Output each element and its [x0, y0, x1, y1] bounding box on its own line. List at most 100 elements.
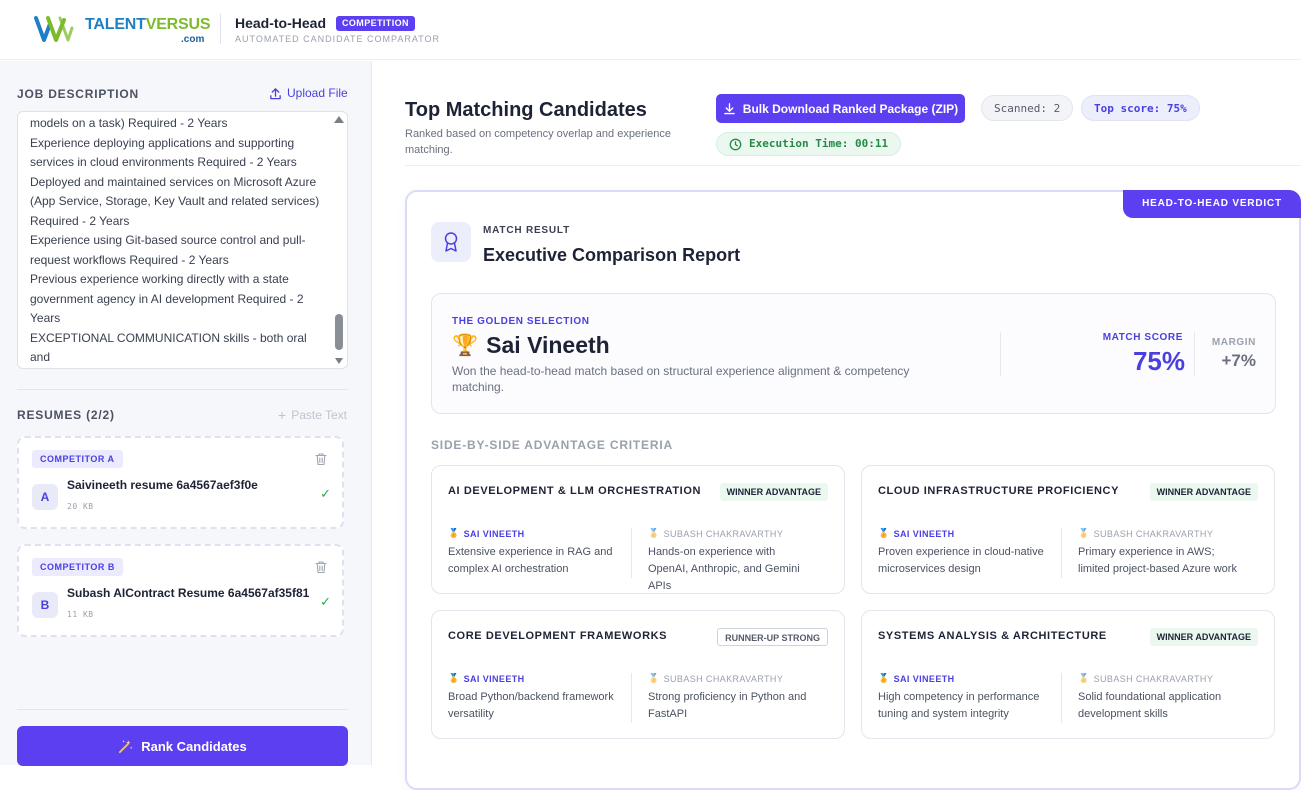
- criteria-title: CLOUD INFRASTRUCTURE PROFICIENCY: [878, 485, 1120, 497]
- jd-line: (App Service, Storage, Key Vault and rel…: [30, 194, 320, 208]
- clock-icon: [729, 138, 742, 150]
- top-score-badge: Top score: 75%: [1081, 95, 1200, 121]
- candidate-a-name-text: SAI VINEETH: [893, 528, 955, 539]
- logo-wordmark[interactable]: TALENTVERSUS: [85, 16, 211, 34]
- logo-domain: .com: [181, 34, 205, 45]
- medal-icon: 🏅: [1078, 673, 1090, 683]
- medal-icon: 🏅: [448, 673, 460, 683]
- rank-candidates-button[interactable]: Rank Candidates: [17, 726, 348, 766]
- jd-line: Previous experience working directly wit…: [30, 272, 289, 286]
- execution-time-label: Execution Time: 00:11: [749, 137, 889, 150]
- divider: [1000, 332, 1001, 376]
- medal-icon: 🏅: [648, 673, 660, 683]
- criteria-title: AI DEVELOPMENT & LLM ORCHESTRATION: [448, 485, 702, 497]
- report-title: Executive Comparison Report: [483, 245, 741, 265]
- competitor-card-a[interactable]: COMPETITOR A A Saivineeth resume 6a4567a…: [17, 436, 344, 529]
- medal-icon: 🏅: [648, 528, 660, 538]
- check-icon: ✓: [320, 594, 331, 609]
- app-subtitle: AUTOMATED CANDIDATE COMPARATOR: [235, 34, 441, 44]
- candidate-b-text: Hands-on experience with OpenAI, Anthrop…: [648, 546, 800, 592]
- criteria-badge: WINNER ADVANTAGE: [1149, 483, 1258, 501]
- scroll-up-arrow-icon[interactable]: [334, 116, 344, 123]
- divider: [631, 673, 632, 723]
- job-description-text: models on a task) Required - 2 Years Expe…: [30, 114, 325, 369]
- medal-icon: 🏅: [1078, 528, 1090, 538]
- criteria-title: SYSTEMS ANALYSIS & ARCHITECTURE: [878, 630, 1107, 642]
- divider: [17, 389, 348, 390]
- competition-badge: COMPETITION: [336, 16, 415, 31]
- jd-line: EXCEPTIONAL COMMUNICATION skills - both …: [30, 330, 307, 365]
- candidate-b-text: Primary experience in AWS; limited proje…: [1078, 546, 1237, 575]
- execution-time-badge: Execution Time: 00:11: [716, 132, 902, 156]
- candidate-a-column: 🏅 SAI VINEETH Broad Python/backend framewo…: [448, 673, 618, 723]
- criteria-title: CORE DEVELOPMENT FRAMEWORKS: [448, 630, 668, 642]
- logo-icon: [34, 16, 74, 42]
- header-divider: [220, 14, 221, 44]
- golden-selection-label: THE GOLDEN SELECTION: [452, 316, 590, 327]
- divider: [1061, 673, 1062, 723]
- divider: [1061, 528, 1062, 578]
- criteria-badge: WINNER ADVANTAGE: [1149, 628, 1258, 646]
- winner-description: Won the head-to-head match based on stru…: [452, 364, 910, 394]
- candidate-a-name-text: SAI VINEETH: [893, 673, 955, 684]
- paste-text-button[interactable]: + Paste Text: [278, 408, 347, 422]
- bulk-download-button[interactable]: Bulk Download Ranked Package (ZIP): [716, 94, 965, 123]
- candidate-a-name-text: SAI VINEETH: [463, 528, 525, 539]
- upload-file-button[interactable]: Upload File: [269, 86, 348, 100]
- candidate-a-name: 🏅 SAI VINEETH: [878, 528, 1048, 539]
- candidate-a-text: Extensive experience in RAG and complex …: [448, 546, 613, 575]
- divider: [631, 528, 632, 578]
- criteria-badge: RUNNER-UP STRONG: [717, 628, 828, 646]
- candidate-a-text: High competency in performance tuning an…: [878, 691, 1040, 720]
- competitor-avatar: A: [32, 484, 58, 510]
- competitor-file-size: 11 KB: [67, 610, 94, 619]
- medal-icon: 🏅: [878, 673, 890, 683]
- winner-name: 🏆 Sai Vineeth: [452, 332, 610, 359]
- candidate-a-text: Broad Python/backend framework versatili…: [448, 691, 614, 720]
- jd-line: written are REQUIRED Required - 1 Years: [30, 368, 325, 369]
- candidate-b-text: Strong proficiency in Python and FastAPI: [648, 691, 807, 720]
- candidate-b-text: Solid foundational application developme…: [1078, 691, 1222, 720]
- jd-line: models on a task) Required - 2 Years: [30, 116, 228, 130]
- jd-line: government agency in AI development Requ…: [30, 291, 304, 306]
- candidate-a-name: 🏅 SAI VINEETH: [448, 673, 618, 684]
- magic-wand-icon: [119, 739, 133, 753]
- candidate-b-name: 🏅 SUBASH CHAKRAVARTHY: [1078, 673, 1248, 684]
- resumes-label: RESUMES (2/2): [17, 408, 115, 422]
- competitor-avatar: B: [32, 592, 58, 618]
- competitor-tag: COMPETITOR A: [32, 450, 123, 468]
- jd-scrollbar[interactable]: [334, 114, 344, 366]
- jd-line: Years: [30, 311, 61, 325]
- margin-label: MARGIN: [1211, 337, 1256, 348]
- trophy-icon: 🏆: [452, 333, 479, 357]
- criteria-card: AI DEVELOPMENT & LLM ORCHESTRATION WINNER…: [431, 465, 845, 594]
- scrollbar-thumb[interactable]: [335, 314, 343, 350]
- criteria-heading: SIDE-BY-SIDE ADVANTAGE CRITERIA: [431, 438, 673, 452]
- jd-line: request workflows Required - 2 Years: [30, 252, 229, 267]
- divider: [17, 709, 348, 710]
- candidate-b-name-text: SUBASH CHAKRAVARTHY: [663, 528, 784, 539]
- golden-selection-panel: THE GOLDEN SELECTION 🏆 Sai Vineeth Won t…: [431, 293, 1276, 414]
- plus-icon: +: [278, 407, 287, 423]
- candidate-a-column: 🏅 SAI VINEETH Extensive experience in RAG …: [448, 528, 618, 578]
- jd-line: Experience deploying applications and su…: [30, 135, 295, 150]
- candidate-a-name: 🏅 SAI VINEETH: [448, 528, 618, 539]
- trash-icon[interactable]: [314, 452, 328, 466]
- candidate-b-name-text: SUBASH CHAKRAVARTHY: [663, 673, 784, 684]
- jd-line: Required - 2 Years: [30, 213, 130, 228]
- competitor-card-b[interactable]: COMPETITOR B B Subash AIContract Resume …: [17, 544, 344, 637]
- scroll-down-arrow-icon[interactable]: [335, 358, 343, 364]
- bulk-download-label: Bulk Download Ranked Package (ZIP): [742, 101, 959, 116]
- check-icon: ✓: [320, 486, 331, 501]
- upload-icon: [270, 87, 281, 99]
- candidate-b-column: 🏅 SUBASH CHAKRAVARTHY Strong proficiency i…: [648, 673, 818, 723]
- verdict-tag: HEAD-TO-HEAD VERDICT: [1123, 190, 1301, 218]
- candidate-a-name: 🏅 SAI VINEETH: [878, 673, 1048, 684]
- job-description-label: JOB DESCRIPTION: [17, 87, 140, 101]
- candidate-a-text: Proven experience in cloud-native micros…: [878, 546, 1044, 575]
- candidate-b-name: 🏅 SUBASH CHAKRAVARTHY: [648, 673, 818, 684]
- job-description-textarea[interactable]: models on a task) Required - 2 Years Expe…: [17, 111, 348, 369]
- trash-icon[interactable]: [314, 560, 328, 574]
- candidate-b-column: 🏅 SUBASH CHAKRAVARTHY Solid foundational a…: [1078, 673, 1248, 723]
- winner-name-text: Sai Vineeth: [486, 332, 610, 358]
